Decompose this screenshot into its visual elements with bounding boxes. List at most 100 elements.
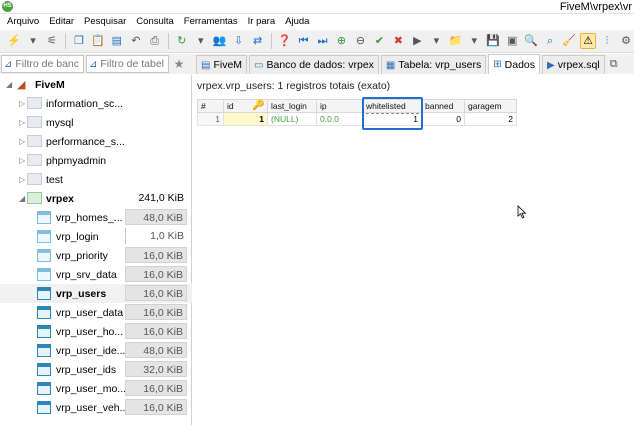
cancel-icon[interactable]: ✖ <box>390 33 406 49</box>
post-icon[interactable]: ✔ <box>371 33 387 49</box>
last-record-icon[interactable]: ⏭ <box>315 33 331 49</box>
menu-pesquisar[interactable]: Pesquisar <box>79 14 131 30</box>
add-row-icon[interactable]: ⊕ <box>334 33 350 49</box>
table-filter-input[interactable]: ⊿ Filtro de tabel <box>86 55 169 73</box>
expand-arrow-icon[interactable]: ▷ <box>19 175 25 184</box>
database-filter-input[interactable]: ⊿ Filtro de banc <box>1 55 84 73</box>
dropdown-arrow-icon[interactable]: ▾ <box>428 33 444 49</box>
copy-icon[interactable]: ❐ <box>71 33 87 49</box>
users-icon[interactable]: 👥 <box>212 33 228 49</box>
mouse-cursor-icon <box>517 205 527 219</box>
table-size: 32,0 KiB <box>125 361 187 377</box>
cell-garagem[interactable]: 2 <box>465 113 517 126</box>
expand-arrow-icon[interactable]: ▷ <box>19 137 25 146</box>
server-icon: ◢ <box>17 79 26 91</box>
database-size: 241,0 KiB <box>138 192 184 204</box>
expand-arrow-icon[interactable]: ▷ <box>19 118 25 127</box>
cell-last-login[interactable]: (NULL) <box>268 113 317 126</box>
table-icon <box>37 382 51 395</box>
delete-row-icon[interactable]: ⊖ <box>352 33 368 49</box>
refresh-icon[interactable]: ↻ <box>174 33 190 49</box>
tree-table-item[interactable]: vrp_login 1,0 KiB <box>0 227 192 246</box>
tab-server[interactable]: ▤ FiveM <box>196 55 248 74</box>
tab-database[interactable]: ▭ Banco de dados: vrpex <box>249 55 379 74</box>
column-header-last-login[interactable]: last_login <box>268 99 317 113</box>
tree-table-item[interactable]: vrp_user_ho... 16,0 KiB <box>0 322 192 341</box>
disconnect-icon[interactable]: ⚟ <box>44 33 60 49</box>
tree-database-item[interactable]: ▷ mysql <box>0 113 192 132</box>
collapse-arrow-icon[interactable]: ◢ <box>6 80 12 89</box>
filter-row: ⊿ Filtro de banc ⊿ Filtro de tabel ★ <box>0 54 192 74</box>
column-header-banned[interactable]: banned <box>422 99 465 113</box>
tree-database-item[interactable]: ▷ information_sc... <box>0 94 192 113</box>
menu-editar[interactable]: Editar <box>44 14 79 30</box>
tree-database-label: information_sc... <box>46 97 124 110</box>
help-icon[interactable]: ❓ <box>277 33 293 49</box>
dropdown-arrow-icon[interactable]: ▾ <box>466 33 482 49</box>
menu-consulta[interactable]: Consulta <box>131 14 179 30</box>
filter-icon[interactable]: ⚠ <box>580 33 597 49</box>
tab-table[interactable]: ▦ Tabela: vrp_users <box>380 55 487 74</box>
dropdown-arrow-icon[interactable]: ▾ <box>25 33 41 49</box>
menu-ajuda[interactable]: Ajuda <box>280 14 314 30</box>
tree-database-item[interactable]: ▷ performance_s... <box>0 132 192 151</box>
folder-icon[interactable]: 📁 <box>447 33 463 49</box>
tree-table-item[interactable]: vrp_homes_... 48,0 KiB <box>0 208 192 227</box>
tree-server-item[interactable]: ◢ ◢ FiveM <box>0 75 192 94</box>
tree-table-item[interactable]: vrp_user_veh... 16,0 KiB <box>0 398 192 417</box>
tree-table-item[interactable]: vrp_users 16,0 KiB <box>0 284 192 303</box>
menu-ferramentas[interactable]: Ferramentas <box>179 14 243 30</box>
expand-arrow-icon[interactable]: ▷ <box>19 156 25 165</box>
connect-icon[interactable]: ⚡ <box>6 33 22 49</box>
tree-database-item-vrpex[interactable]: ◢ vrpex 241,0 KiB <box>0 189 192 208</box>
settings-icon[interactable]: ⚙ <box>618 33 634 49</box>
first-record-icon[interactable]: ⏮ <box>296 33 312 49</box>
tree-table-item[interactable]: vrp_user_data 16,0 KiB <box>0 303 192 322</box>
column-header-garagem[interactable]: garagem <box>465 99 517 113</box>
focus-outline <box>366 113 419 114</box>
expand-arrow-icon[interactable]: ▷ <box>19 99 25 108</box>
cell-banned[interactable]: 0 <box>422 113 465 126</box>
print-icon[interactable]: ⎙ <box>147 33 163 49</box>
table-size: 16,0 KiB <box>125 380 187 396</box>
grid-icon: ⊞ <box>493 59 502 70</box>
clear-icon[interactable]: 🧹 <box>561 33 577 49</box>
tree-table-item[interactable]: vrp_user_mo... 16,0 KiB <box>0 379 192 398</box>
toolbar-separator <box>167 33 169 49</box>
collapse-arrow-icon[interactable]: ◢ <box>19 194 25 203</box>
search-icon[interactable]: 🔍 <box>523 33 539 49</box>
tab-label: Dados <box>504 58 535 71</box>
tree-database-label: mysql <box>46 116 74 129</box>
tab-query[interactable]: ▶ vrpex.sql <box>542 55 605 74</box>
table-icon <box>37 344 51 357</box>
table-icon <box>37 401 51 414</box>
favorites-star-icon[interactable]: ★ <box>171 55 187 73</box>
import-icon[interactable]: ⇩ <box>231 33 247 49</box>
column-header-ip[interactable]: ip <box>317 99 363 113</box>
cell-id[interactable]: 1 <box>224 113 268 126</box>
tree-database-item[interactable]: ▷ phpmyadmin <box>0 151 192 170</box>
tree-table-item[interactable]: vrp_srv_data 16,0 KiB <box>0 265 192 284</box>
transfer-icon[interactable]: ⇄ <box>250 33 266 49</box>
menu-arquivo[interactable]: Arquivo <box>2 14 44 30</box>
menu-ir-para[interactable]: Ir para <box>243 14 280 30</box>
cell-ip[interactable]: 0.0.0 <box>317 113 363 126</box>
undo-icon[interactable]: ↶ <box>128 33 144 49</box>
tree-database-item[interactable]: ▷ test <box>0 170 192 189</box>
tab-data[interactable]: ⊞ Dados <box>488 54 540 74</box>
column-header-row-number[interactable]: # <box>197 99 224 113</box>
table-icon <box>37 363 51 376</box>
tree-table-item[interactable]: vrp_user_ide... 48,0 KiB <box>0 341 192 360</box>
tree-table-item[interactable]: vrp_priority 16,0 KiB <box>0 246 192 265</box>
query-icon[interactable]: ▣ <box>504 33 520 49</box>
tree-table-item[interactable]: vrp_user_ids 32,0 KiB <box>0 360 192 379</box>
binary-icon[interactable]: ⫶ <box>599 33 615 49</box>
cell-row-number[interactable]: 1 <box>197 113 224 126</box>
paste-icon[interactable]: 📋 <box>90 33 106 49</box>
save-icon[interactable]: 💾 <box>485 33 501 49</box>
clipboard-icon[interactable]: ▤ <box>109 33 125 49</box>
dropdown-arrow-icon[interactable]: ▾ <box>193 33 209 49</box>
new-query-tab-icon[interactable]: ⧉ <box>610 55 618 74</box>
run-icon[interactable]: ▶ <box>409 33 425 49</box>
find-replace-icon[interactable]: ⌕ <box>542 33 558 49</box>
